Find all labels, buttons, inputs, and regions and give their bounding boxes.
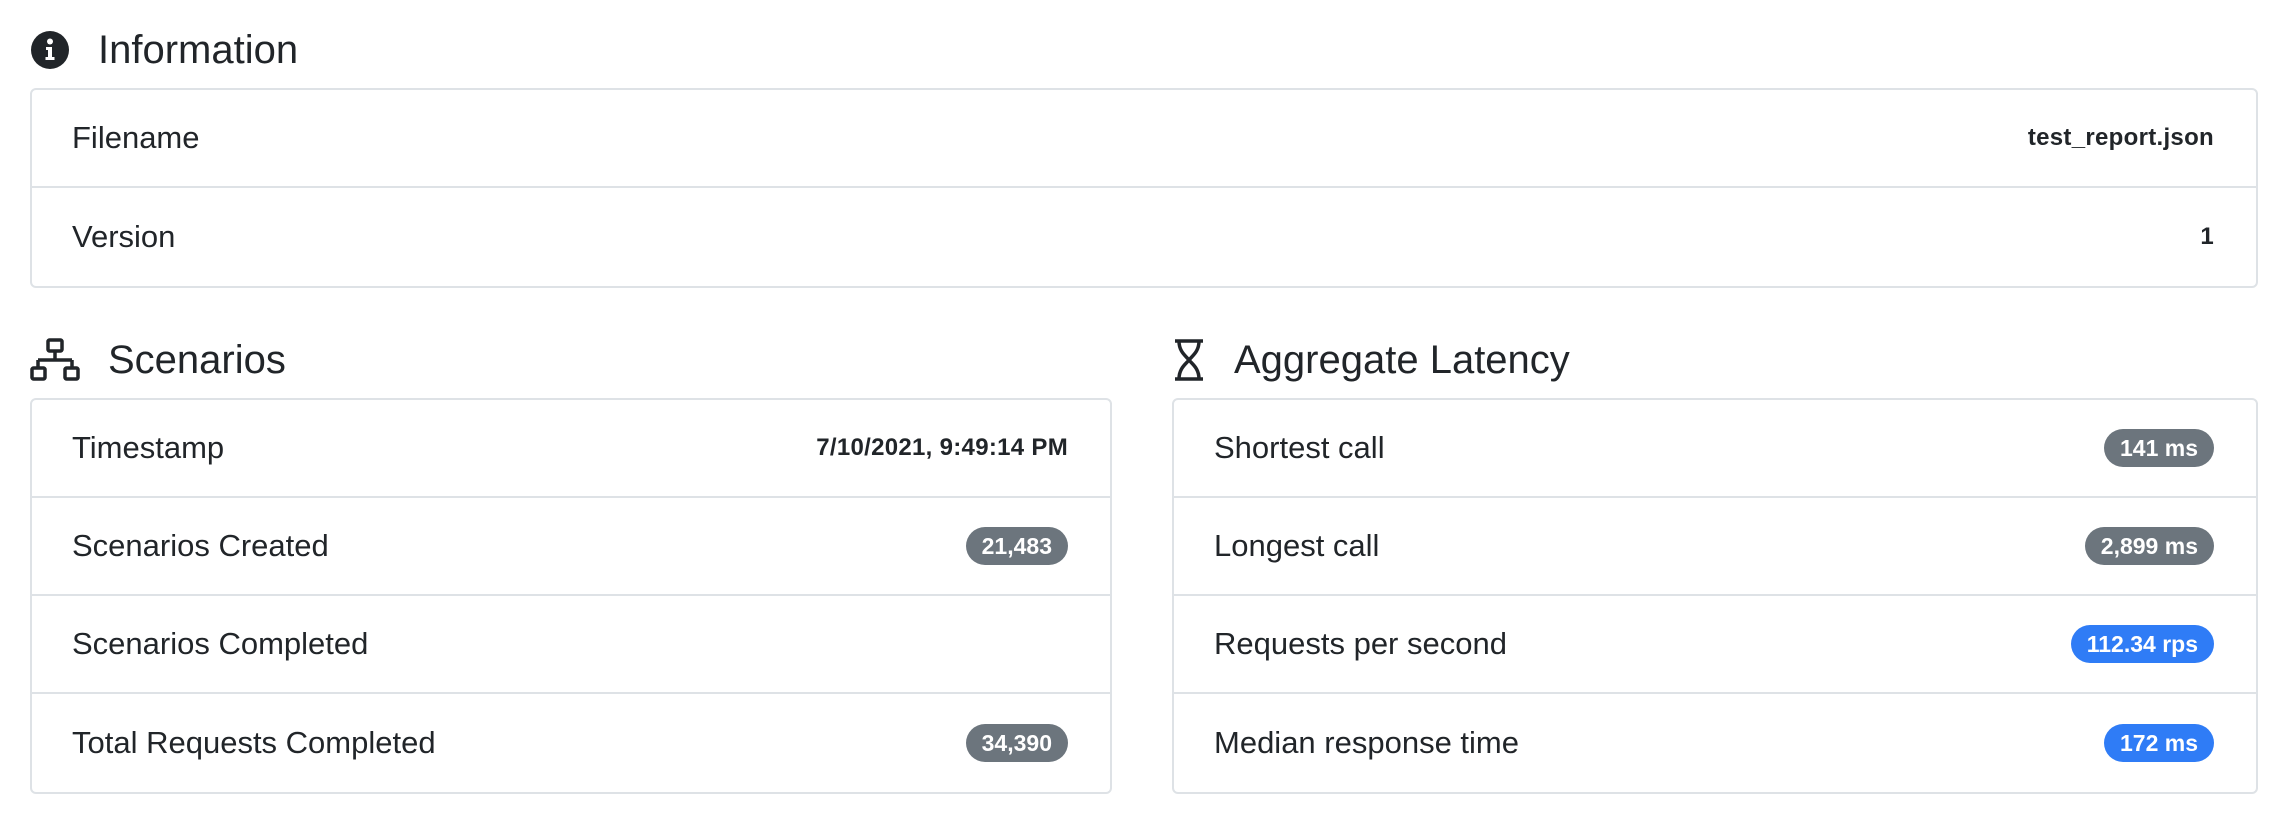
filename-value: test_report.json	[2027, 124, 2214, 151]
filename-label: Filename	[72, 120, 200, 155]
latency-row-shortest: Shortest call 141 ms	[1174, 400, 2256, 498]
info-row-filename: Filename test_report.json	[32, 90, 2256, 188]
scenarios-row-created: Scenarios Created 21,483	[32, 498, 1110, 596]
scenarios-created-label: Scenarios Created	[72, 528, 329, 563]
shortest-call-label: Shortest call	[1214, 430, 1385, 465]
latency-row-median: Median response time 172 ms	[1174, 694, 2256, 792]
latency-heading: Aggregate Latency	[1172, 332, 1570, 388]
shortest-call-badge: 141 ms	[2103, 429, 2214, 467]
version-label: Version	[72, 219, 176, 254]
information-card: Filename test_report.json Version 1	[30, 88, 2258, 288]
median-response-badge: 172 ms	[2103, 724, 2214, 762]
latency-card: Shortest call 141 ms Longest call 2,899 …	[1172, 398, 2258, 794]
info-circle-icon	[30, 30, 70, 70]
scenarios-row-completed: Scenarios Completed	[32, 596, 1110, 694]
requests-per-second-badge: 112.34 rps	[2070, 625, 2214, 663]
version-value: 1	[2200, 223, 2214, 250]
latency-row-rps: Requests per second 112.34 rps	[1174, 596, 2256, 694]
info-row-version: Version 1	[32, 188, 2256, 286]
longest-call-label: Longest call	[1214, 528, 1380, 563]
total-requests-badge: 34,390	[965, 724, 1068, 762]
scenarios-title: Scenarios	[108, 337, 286, 382]
scenarios-completed-label: Scenarios Completed	[72, 626, 369, 661]
network-icon	[30, 338, 80, 382]
median-response-label: Median response time	[1214, 725, 1519, 760]
scenarios-row-timestamp: Timestamp 7/10/2021, 9:49:14 PM	[32, 400, 1110, 498]
timestamp-value: 7/10/2021, 9:49:14 PM	[816, 434, 1068, 461]
information-title: Information	[98, 27, 299, 72]
latency-title: Aggregate Latency	[1234, 337, 1570, 382]
requests-per-second-label: Requests per second	[1214, 626, 1507, 661]
timestamp-label: Timestamp	[72, 430, 225, 465]
scenarios-created-badge: 21,483	[965, 527, 1068, 565]
latency-row-longest: Longest call 2,899 ms	[1174, 498, 2256, 596]
scenarios-card: Timestamp 7/10/2021, 9:49:14 PM Scenario…	[30, 398, 1112, 794]
scenarios-heading: Scenarios	[30, 332, 286, 388]
scenarios-row-total-requests: Total Requests Completed 34,390	[32, 694, 1110, 792]
hourglass-icon	[1172, 338, 1206, 382]
total-requests-label: Total Requests Completed	[72, 725, 436, 760]
longest-call-badge: 2,899 ms	[2084, 527, 2214, 565]
information-heading: Information	[30, 22, 298, 78]
